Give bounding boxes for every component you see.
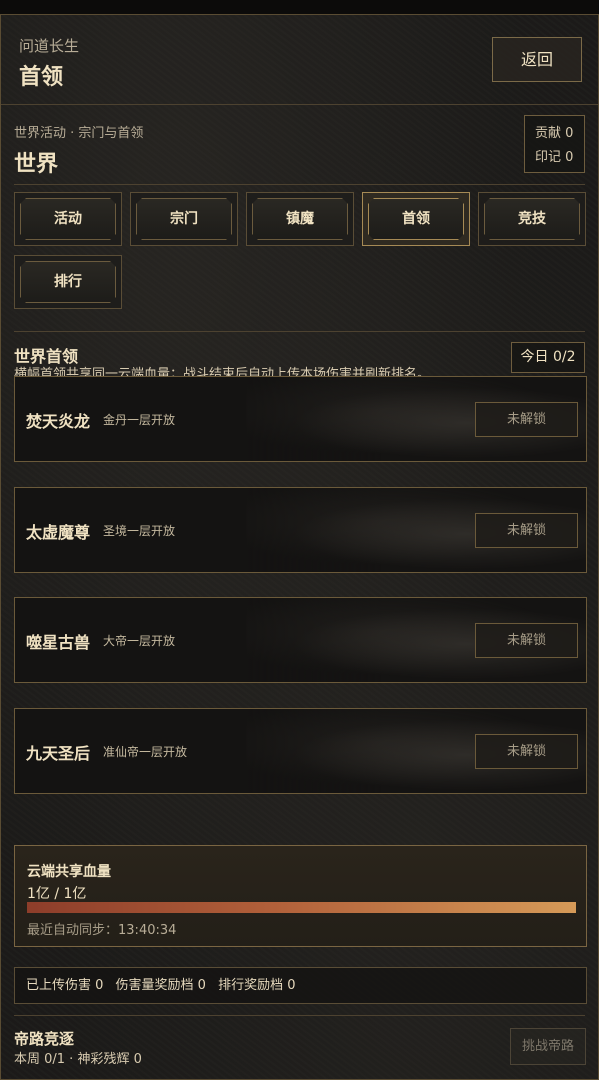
tab-ranking[interactable]: 排行 — [14, 255, 122, 309]
damage-stats-bar: 已上传伤害 0 伤害量奖励档 0 排行奖励档 0 — [14, 967, 587, 1004]
tab-label: 首领 — [402, 211, 430, 227]
emperor-road-title: 帝路竞逐 — [14, 1030, 75, 1048]
tab-label: 宗门 — [170, 211, 198, 227]
divider — [14, 1015, 585, 1016]
tab-label: 活动 — [54, 211, 82, 227]
boss-name: 噬星古兽 — [26, 633, 91, 652]
seal-count: 印记 0 — [535, 150, 574, 165]
divider — [14, 331, 585, 332]
sync-time: 13:40:34 — [118, 923, 177, 938]
boss-requirement: 大帝一层开放 — [103, 634, 176, 648]
tab-boss[interactable]: 首领 — [362, 192, 470, 246]
currency-panel: 贡献 0 印记 0 — [524, 115, 585, 173]
emperor-road-info: 本周 0/1 · 神彩残辉 0 — [14, 1052, 142, 1067]
boss-card[interactable]: 焚天炎龙 金丹一层开放 未解锁 — [14, 376, 587, 462]
rank-reward-tier: 排行奖励档 0 — [218, 978, 296, 993]
sync-label: 最近自动同步： — [27, 923, 119, 938]
locked-button[interactable]: 未解锁 — [475, 513, 578, 548]
hp-progress-fill — [27, 902, 576, 913]
tab-activity[interactable]: 活动 — [14, 192, 122, 246]
tab-demon-suppress[interactable]: 镇魔 — [246, 192, 354, 246]
boss-card[interactable]: 太虚魔尊 圣境一层开放 未解锁 — [14, 487, 587, 573]
hp-title: 云端共享血量 — [27, 864, 111, 880]
locked-button[interactable]: 未解锁 — [475, 623, 578, 658]
challenge-emperor-button[interactable]: 挑战帝路 — [510, 1028, 586, 1065]
page-title: 首领 — [19, 65, 64, 90]
app-frame: 问道长生 首领 返回 世界活动 · 宗门与首领 世界 贡献 0 印记 0 活动 … — [0, 14, 599, 1080]
boss-name: 九天圣后 — [26, 744, 91, 763]
divider — [14, 184, 585, 185]
boss-card[interactable]: 噬星古兽 大帝一层开放 未解锁 — [14, 597, 587, 683]
boss-requirement: 金丹一层开放 — [103, 413, 176, 427]
damage-reward-tier: 伤害量奖励档 0 — [115, 978, 206, 993]
sync-status: 最近自动同步：13:40:34 — [27, 919, 176, 938]
tab-label: 排行 — [54, 274, 82, 290]
hp-progress-bar — [27, 902, 576, 913]
uploaded-damage: 已上传伤害 0 — [26, 978, 104, 993]
today-count-badge: 今日 0/2 — [511, 342, 585, 373]
tab-label: 竞技 — [518, 211, 546, 227]
boss-name: 焚天炎龙 — [26, 412, 91, 431]
tab-sect[interactable]: 宗门 — [130, 192, 238, 246]
shared-hp-panel: 云端共享血量 1亿 / 1亿 最近自动同步：13:40:34 — [14, 845, 587, 947]
tab-arena[interactable]: 竞技 — [478, 192, 586, 246]
locked-button[interactable]: 未解锁 — [475, 402, 578, 437]
locked-button[interactable]: 未解锁 — [475, 734, 578, 769]
app-name: 问道长生 — [19, 37, 80, 55]
boss-card[interactable]: 九天圣后 准仙帝一层开放 未解锁 — [14, 708, 587, 794]
boss-requirement: 准仙帝一层开放 — [103, 745, 188, 759]
section-title: 世界 — [14, 152, 59, 177]
boss-name: 太虚魔尊 — [26, 523, 91, 542]
back-button[interactable]: 返回 — [492, 37, 582, 82]
contribution-count: 贡献 0 — [535, 126, 574, 141]
breadcrumb: 世界活动 · 宗门与首领 — [14, 126, 144, 141]
hp-value: 1亿 / 1亿 — [27, 886, 87, 902]
header: 问道长生 首领 返回 — [1, 15, 598, 105]
tab-label: 镇魔 — [286, 211, 314, 227]
boss-requirement: 圣境一层开放 — [103, 524, 176, 538]
